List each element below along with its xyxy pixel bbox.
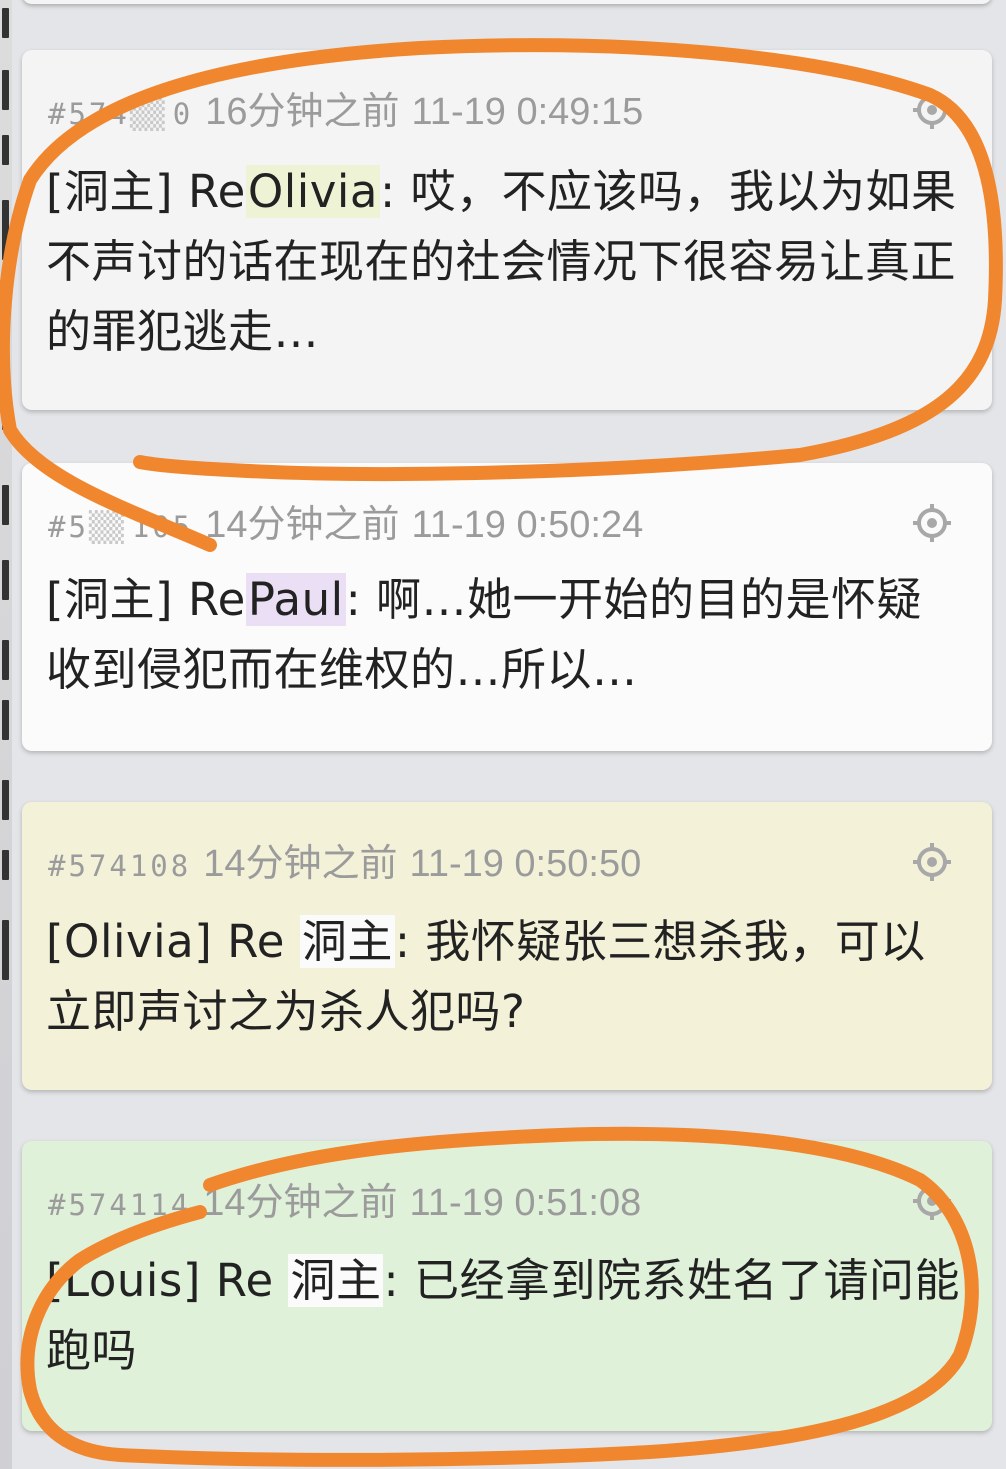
post-text: : 啊…她一开始的目的是怀疑收到侵犯而在维权的…所以… bbox=[46, 573, 923, 696]
re-label: Re bbox=[187, 573, 246, 626]
author-tag: [Louis] bbox=[46, 1254, 201, 1307]
post-body: [Louis] Re 洞主: 已经拿到院系姓名了请问能跑吗 bbox=[46, 1246, 966, 1386]
mention-link[interactable]: Olivia bbox=[245, 165, 381, 218]
re-label: Re bbox=[227, 915, 285, 968]
post-id: #574108 bbox=[48, 849, 192, 883]
post-meta: #574114 14分钟之前 11-19 0:51:08 bbox=[48, 1171, 641, 1224]
mention-link[interactable]: 洞主 bbox=[299, 915, 395, 968]
relative-time: 14分钟之前 bbox=[203, 1182, 398, 1224]
post-card[interactable]: #574114 14分钟之前 11-19 0:51:08 [Louis] Re … bbox=[22, 1141, 992, 1431]
mention-link[interactable]: 洞主 bbox=[288, 1254, 384, 1307]
author-tag: [洞主] bbox=[46, 165, 174, 218]
post-body: [Olivia] Re 洞主: 我怀疑张三想杀我，可以立即声讨之为杀人犯吗? bbox=[46, 907, 966, 1047]
post-meta: #5 ▒▒ 105 14分钟之前 11-19 0:50:24 bbox=[48, 493, 643, 546]
post-card[interactable]: #574 ▒▒ 0 16分钟之前 11-19 0:49:15 [洞主] ReOl… bbox=[22, 50, 992, 410]
post-id: #574114 bbox=[48, 1188, 192, 1222]
locate-icon[interactable] bbox=[912, 503, 952, 543]
post-id-tail: 0 bbox=[172, 97, 194, 131]
post-id: #5 bbox=[48, 510, 89, 544]
post-id-obscured: ▒▒ bbox=[129, 97, 165, 131]
relative-time: 16分钟之前 bbox=[205, 91, 400, 133]
re-label: Re bbox=[187, 165, 246, 218]
re-label: Re bbox=[215, 1254, 274, 1307]
mention-link[interactable]: Paul bbox=[245, 573, 346, 626]
timestamp: 11-19 0:49:15 bbox=[411, 91, 644, 133]
relative-time: 14分钟之前 bbox=[205, 504, 400, 546]
locate-icon[interactable] bbox=[912, 842, 952, 882]
post-card[interactable]: #5 ▒▒ 105 14分钟之前 11-19 0:50:24 [洞主] RePa… bbox=[22, 463, 992, 751]
relative-time: 14分钟之前 bbox=[203, 843, 398, 885]
timestamp: 11-19 0:50:24 bbox=[411, 504, 644, 546]
post-id: #574 bbox=[48, 97, 130, 131]
locate-icon[interactable] bbox=[912, 1181, 952, 1221]
post-card[interactable]: #574108 14分钟之前 11-19 0:50:50 [Olivia] Re… bbox=[22, 802, 992, 1090]
post-meta: #574 ▒▒ 0 16分钟之前 11-19 0:49:15 bbox=[48, 80, 643, 133]
post-body: [洞主] RePaul: 啊…她一开始的目的是怀疑收到侵犯而在维权的…所以… bbox=[46, 565, 966, 705]
timestamp: 11-19 0:50:50 bbox=[409, 843, 642, 885]
post-body: [洞主] ReOlivia: 哎，不应该吗，我以为如果不声讨的话在现在的社会情况… bbox=[46, 157, 966, 367]
locate-icon[interactable] bbox=[912, 90, 952, 130]
author-tag: [洞主] bbox=[46, 573, 174, 626]
post-meta: #574108 14分钟之前 11-19 0:50:50 bbox=[48, 832, 641, 885]
timestamp: 11-19 0:51:08 bbox=[409, 1182, 642, 1224]
background-app-edge bbox=[0, 0, 12, 1469]
post-id-obscured: ▒▒ bbox=[88, 510, 124, 544]
previous-post-card[interactable] bbox=[22, 0, 992, 4]
post-id-tail: 105 bbox=[131, 510, 194, 544]
author-tag: [Olivia] bbox=[46, 915, 213, 968]
post-text: : 哎，不应该吗，我以为如果不声讨的话在现在的社会情况下很容易让真正的罪犯逃走… bbox=[46, 165, 957, 358]
